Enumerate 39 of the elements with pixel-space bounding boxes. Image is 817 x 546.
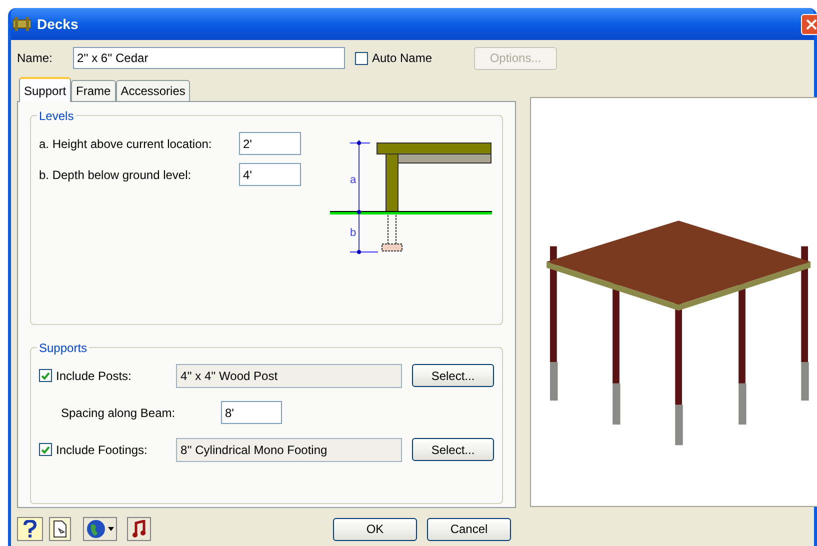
checkbox[interactable] <box>39 369 52 382</box>
dialog-button[interactable]: Cancel <box>427 518 511 540</box>
checkbox[interactable] <box>355 52 368 64</box>
help-button[interactable] <box>17 517 43 541</box>
checkbox[interactable] <box>39 443 52 456</box>
name-field[interactable]: 2'' x 6'' Cedar <box>73 47 345 69</box>
include-label: Include Footings: <box>56 442 148 458</box>
document-icon <box>53 520 67 538</box>
level-input[interactable]: 4' <box>239 163 301 186</box>
checkmark-icon <box>41 446 50 454</box>
tab[interactable]: Support <box>19 77 72 102</box>
select-button[interactable]: Select... <box>412 438 494 461</box>
item-field: 8'' Cylindrical Mono Footing <box>176 438 402 462</box>
deck-icon <box>13 17 31 31</box>
dialog-button[interactable]: OK <box>333 518 417 540</box>
checkmark-icon <box>41 372 50 380</box>
select-button[interactable]: Select... <box>412 364 494 387</box>
name-label: Name: <box>17 50 54 67</box>
close-icon <box>806 18 817 30</box>
level-input[interactable]: 2' <box>239 132 301 155</box>
help-icon <box>23 520 37 538</box>
close-button[interactable] <box>801 14 817 34</box>
tab[interactable]: Frame <box>71 80 116 102</box>
level-label: a. Height above current location: <box>39 136 213 153</box>
caret-icon <box>108 527 114 531</box>
window-title: Decks <box>37 14 78 34</box>
document-button[interactable] <box>49 517 71 541</box>
spacing-label: Spacing along Beam: <box>61 404 176 422</box>
sound-button[interactable] <box>127 517 151 541</box>
item-field: 4'' x 4'' Wood Post <box>176 364 402 388</box>
tab[interactable]: Accessories <box>116 80 190 102</box>
globe-button[interactable] <box>83 517 117 541</box>
deck-section-drawing: a b <box>330 138 494 260</box>
spacing-input[interactable]: 8' <box>221 401 282 424</box>
level-label: b. Depth below ground level: <box>39 167 192 184</box>
auto-name-label: Auto Name <box>372 50 432 67</box>
include-label: Include Posts: <box>56 368 132 384</box>
music-note-icon <box>132 520 146 538</box>
globe-icon <box>86 519 106 539</box>
